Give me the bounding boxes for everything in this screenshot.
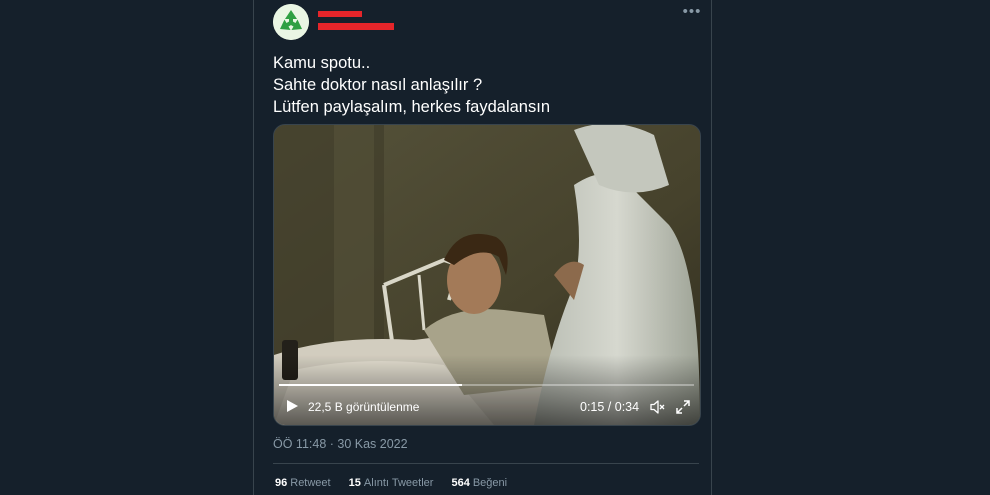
like-count: 564: [451, 477, 470, 489]
column-border-right: [711, 0, 712, 495]
fullscreen-icon[interactable]: [675, 399, 691, 415]
retweet-count-link[interactable]: 96 Retweet: [275, 477, 331, 489]
video-progress-fill: [279, 384, 462, 386]
video-progress-bar[interactable]: [279, 384, 694, 386]
quote-count: 15: [348, 477, 361, 489]
tweet-stats: 96 Retweet 15 Alıntı Tweetler 564 Beğeni: [275, 477, 522, 489]
play-icon[interactable]: [285, 399, 299, 413]
recycle-logo: [273, 4, 309, 40]
video-frame: [274, 125, 700, 425]
tweet: ••• Kamu spotu.. Sahte doktor nasıl anla…: [254, 0, 711, 495]
retweet-label: Retweet: [290, 477, 331, 489]
avatar[interactable]: [273, 4, 309, 40]
like-label: Beğeni: [472, 477, 508, 489]
tweet-text: Kamu spotu.. Sahte doktor nasıl anlaşılı…: [273, 52, 693, 118]
divider: [273, 463, 699, 464]
like-count-link[interactable]: 564 Beğeni: [451, 477, 507, 489]
view-count: 22,5 B görüntülenme: [308, 400, 420, 414]
video-time: 0:15 / 0:34: [580, 400, 640, 414]
tweet-text-line: Sahte doktor nasıl anlaşılır ?: [273, 76, 483, 94]
video-player[interactable]: 22,5 B görüntülenme 0:15 / 0:34: [273, 124, 701, 426]
tweet-timestamp[interactable]: ÖÖ 11:48 · 30 Kas 2022: [273, 437, 408, 451]
tweet-text-line: Kamu spotu..: [273, 54, 371, 72]
more-horizontal-icon[interactable]: •••: [682, 2, 702, 22]
quote-label: Alıntı Tweetler: [363, 477, 434, 489]
retweet-count: 96: [275, 477, 288, 489]
tweet-text-line: Lütfen paylaşalım, herkes faydalansın: [273, 98, 550, 116]
quote-count-link[interactable]: 15 Alıntı Tweetler: [349, 477, 434, 489]
video-controls: 22,5 B görüntülenme 0:15 / 0:34: [274, 389, 700, 425]
volume-muted-icon[interactable]: [649, 399, 665, 415]
username-redacted[interactable]: [318, 23, 394, 30]
display-name-redacted[interactable]: [318, 11, 362, 17]
